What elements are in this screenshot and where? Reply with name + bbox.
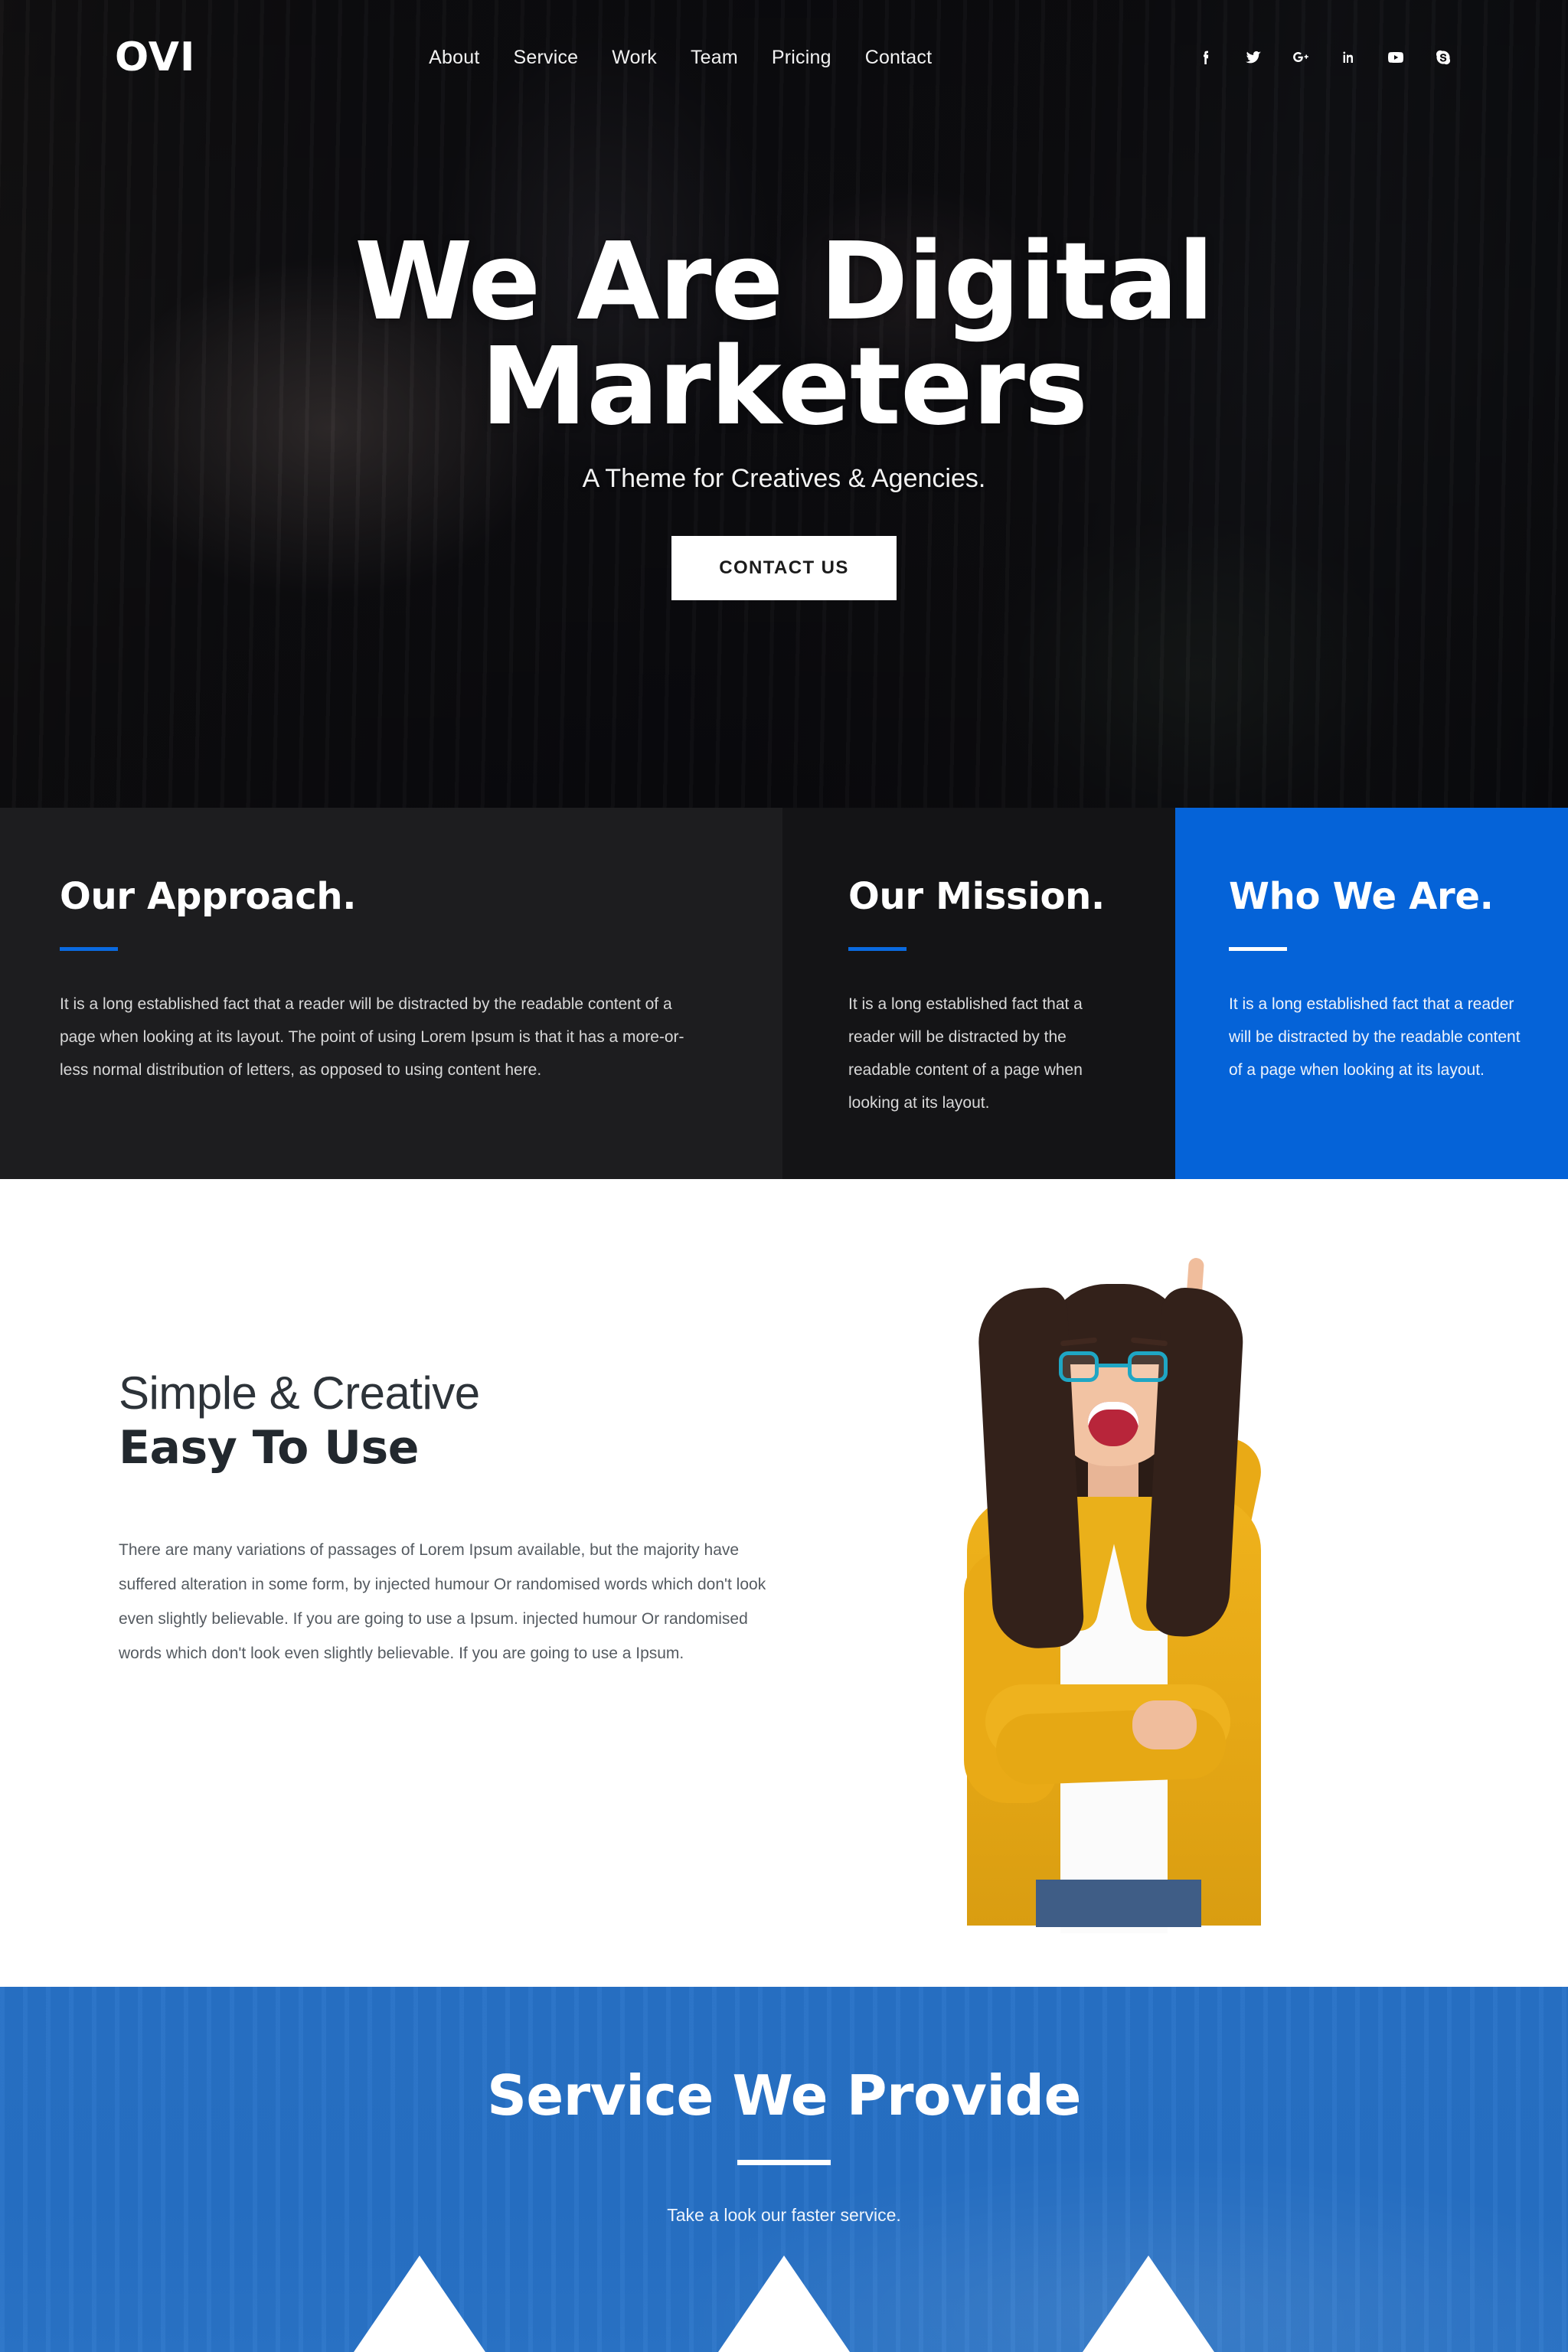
glasses-lens-left	[1059, 1351, 1099, 1382]
hero-title: We Are Digital Marketers	[0, 229, 1568, 450]
nav-item-work[interactable]: Work	[612, 47, 657, 69]
landing-page: OVI About Service Work Team Pricing Cont…	[0, 0, 1568, 2352]
google-plus-icon[interactable]	[1291, 47, 1311, 67]
easy-text-block: Simple & Creative Easy To Use There are …	[119, 1367, 796, 1671]
service-heading: Service We Provide	[487, 2063, 1081, 2128]
easy-heading-light: Simple & Creative	[119, 1367, 480, 1419]
who-we-are-heading: Who We Are.	[1229, 875, 1494, 918]
crossed-hand	[1132, 1700, 1197, 1749]
card-our-mission: Our Mission. It is a long established fa…	[782, 808, 1175, 1179]
linkedin-icon[interactable]	[1338, 47, 1358, 67]
hero-subtitle: A Theme for Creatives & Agencies.	[582, 464, 986, 494]
easy-to-use-section: Simple & Creative Easy To Use There are …	[0, 1179, 1568, 1987]
hero-content: We Are Digital Marketers A Theme for Cre…	[0, 229, 1568, 601]
our-approach-heading: Our Approach.	[60, 875, 357, 918]
heading-underline	[848, 947, 906, 951]
nav-links: About Service Work Team Pricing Contact	[165, 47, 1196, 69]
card-who-we-are: Who We Are. It is a long established fac…	[1175, 808, 1568, 1179]
service-header: Service We Provide Take a look our faste…	[0, 1987, 1568, 2226]
nav-item-service[interactable]: Service	[513, 47, 578, 69]
heading-underline	[60, 947, 118, 951]
facebook-icon[interactable]	[1196, 47, 1216, 67]
open-mouth	[1088, 1402, 1138, 1446]
service-section: Service We Provide Take a look our faste…	[0, 1987, 1568, 2352]
contact-us-button[interactable]: CONTACT US	[671, 536, 897, 601]
service-card-2-triangle[interactable]	[718, 2256, 850, 2352]
skype-icon[interactable]	[1433, 47, 1453, 67]
nav-item-contact[interactable]: Contact	[865, 47, 933, 69]
card-our-approach: Our Approach. It is a long established f…	[0, 808, 782, 1179]
twitter-icon[interactable]	[1243, 47, 1263, 67]
glasses-bridge	[1099, 1364, 1128, 1367]
feature-stripe: Our Approach. It is a long established f…	[0, 808, 1568, 1179]
service-heading-underline	[737, 2160, 831, 2165]
easy-heading-bold: Easy To Use	[119, 1421, 419, 1475]
service-card-1-triangle[interactable]	[354, 2256, 485, 2352]
glasses-lens-right	[1128, 1351, 1168, 1382]
youtube-icon[interactable]	[1386, 47, 1406, 67]
heading-underline	[1229, 947, 1287, 951]
our-mission-heading: Our Mission.	[848, 875, 1105, 918]
our-mission-body: It is a long established fact that a rea…	[848, 995, 1083, 1112]
service-card-3-triangle[interactable]	[1083, 2256, 1214, 2352]
nav-item-about[interactable]: About	[429, 47, 479, 69]
main-navbar: OVI About Service Work Team Pricing Cont…	[0, 0, 1568, 115]
our-approach-body: It is a long established fact that a rea…	[60, 995, 684, 1080]
blue-jeans	[1036, 1880, 1201, 1927]
hero-section: OVI About Service Work Team Pricing Cont…	[0, 0, 1568, 808]
service-cards-row	[0, 2256, 1568, 2352]
nav-item-pricing[interactable]: Pricing	[772, 47, 831, 69]
service-subtitle: Take a look our faster service.	[667, 2205, 901, 2225]
easy-body-text: There are many variations of passages of…	[119, 1541, 766, 1663]
nav-item-team[interactable]: Team	[691, 47, 738, 69]
social-links	[1196, 47, 1453, 67]
hero-title-line2: Marketers	[480, 325, 1088, 450]
who-we-are-body: It is a long established fact that a rea…	[1229, 995, 1521, 1080]
woman-pointing-photo	[946, 1244, 1282, 1933]
